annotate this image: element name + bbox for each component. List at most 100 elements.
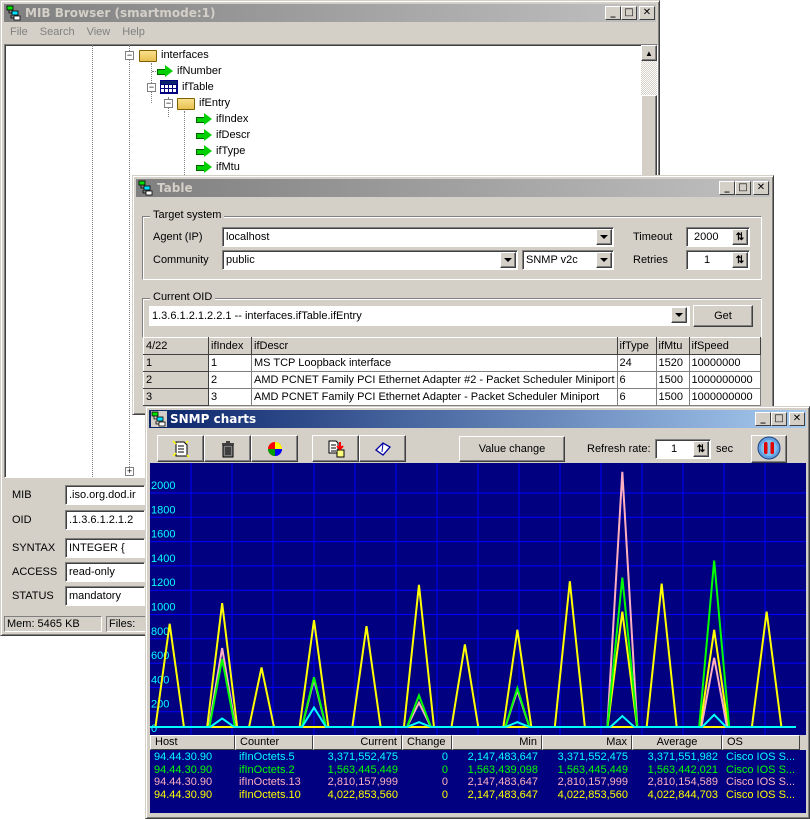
expand-toggle[interactable]: + bbox=[125, 467, 134, 476]
tree-item-iftype[interactable]: ifType bbox=[196, 143, 245, 159]
pause-button[interactable] bbox=[751, 435, 787, 463]
menu-file[interactable]: File bbox=[4, 26, 34, 38]
row-header[interactable]: 2 bbox=[143, 371, 209, 389]
chart-properties-button[interactable] bbox=[251, 435, 298, 462]
prop-value-oid[interactable]: .1.3.6.1.2.1.2 bbox=[65, 510, 145, 530]
menu-search[interactable]: Search bbox=[34, 26, 81, 38]
version-dropdown-button[interactable] bbox=[596, 252, 612, 268]
tree-item-ifentry[interactable]: ifEntry bbox=[177, 95, 230, 111]
results-table[interactable]: 4/22 ifIndex ifDescr ifType ifMtu ifSpee… bbox=[143, 337, 761, 406]
row-header[interactable]: 3 bbox=[143, 388, 209, 406]
counter-cell: 0 bbox=[441, 788, 448, 801]
tree-item-ifdescr[interactable]: ifDescr bbox=[196, 127, 250, 143]
column-header-change[interactable]: Change bbox=[402, 735, 452, 750]
retries-spinner[interactable]: 1 ⇅ bbox=[686, 250, 750, 270]
refresh-spin-button[interactable]: ⇅ bbox=[693, 441, 709, 457]
y-tick-label: 800 bbox=[151, 626, 169, 638]
charts-titlebar[interactable]: SNMP charts _ □ ✕ bbox=[149, 410, 806, 428]
minimize-button[interactable]: _ bbox=[719, 181, 735, 195]
counter-cell: 2,147,483,647 bbox=[467, 776, 538, 788]
community-combobox[interactable]: public bbox=[222, 250, 518, 270]
menu-view[interactable]: View bbox=[81, 26, 117, 38]
agent-combobox[interactable]: localhost bbox=[222, 227, 614, 247]
column-header-os[interactable]: OS bbox=[722, 735, 800, 750]
tree-item-ifnumber[interactable]: ifNumber bbox=[157, 63, 222, 79]
column-header[interactable]: ifSpeed bbox=[688, 337, 761, 355]
counter-row[interactable]: 94.44.30.90 ifInOctets.10 4,022,853,560 0 2,… bbox=[150, 789, 806, 802]
get-button[interactable]: Get bbox=[693, 305, 753, 327]
app-tree-icon bbox=[138, 180, 154, 196]
column-header[interactable]: ifMtu bbox=[655, 337, 690, 355]
column-header-average[interactable]: Average bbox=[632, 735, 722, 750]
timeout-spin-button[interactable]: ⇅ bbox=[732, 229, 748, 245]
prop-value-mib[interactable]: .iso.org.dod.ir bbox=[65, 485, 145, 505]
counter-cell: 4,022,853,560 bbox=[327, 788, 398, 801]
window-title: SNMP charts bbox=[170, 412, 257, 426]
collapse-toggle[interactable]: − bbox=[125, 51, 134, 60]
column-header[interactable]: ifIndex bbox=[208, 337, 252, 355]
tree-item-iftable[interactable]: ifTable bbox=[160, 79, 214, 95]
row-header[interactable]: 1 bbox=[143, 354, 209, 372]
close-button[interactable]: ✕ bbox=[753, 181, 769, 195]
counter-row[interactable]: 94.44.30.90 ifInOctets.2 1,563,445,449 0 1,5… bbox=[150, 764, 806, 777]
column-header-current[interactable]: Current bbox=[313, 735, 402, 750]
minimize-button[interactable]: _ bbox=[755, 412, 771, 426]
scroll-up-button[interactable]: ▲ bbox=[641, 45, 657, 61]
collapse-toggle[interactable]: − bbox=[164, 99, 173, 108]
menu-help[interactable]: Help bbox=[116, 26, 151, 38]
tree-item-ifindex[interactable]: ifIndex bbox=[196, 111, 248, 127]
snmp-version-select[interactable]: SNMP v2c bbox=[522, 250, 614, 270]
maximize-button[interactable]: □ bbox=[735, 181, 751, 195]
table-row[interactable]: 2 2 AMD PCNET Family PCI Ethernet Adapte… bbox=[143, 371, 761, 389]
export-button[interactable] bbox=[312, 435, 359, 462]
column-header-max[interactable]: Max bbox=[542, 735, 632, 750]
column-header-min[interactable]: Min bbox=[452, 735, 542, 750]
close-button[interactable]: ✕ bbox=[639, 6, 655, 20]
cell: MS TCP Loopback interface bbox=[251, 354, 618, 372]
oid-dropdown-button[interactable] bbox=[671, 307, 687, 323]
help-book-button[interactable] bbox=[359, 435, 406, 462]
collapse-toggle[interactable]: − bbox=[147, 83, 156, 92]
value-change-button[interactable]: Value change bbox=[459, 436, 565, 462]
line-chart[interactable]: 0200400600800100012001400160018002000 bbox=[150, 463, 806, 735]
prop-label-syntax: SYNTAX bbox=[12, 542, 56, 554]
agent-dropdown-button[interactable] bbox=[596, 229, 612, 245]
close-button[interactable]: ✕ bbox=[789, 412, 805, 426]
cell: 1520 bbox=[655, 354, 690, 372]
counters-table[interactable]: Host Counter Current Change Min Max Aver… bbox=[150, 735, 806, 813]
properties-panel: MIB .iso.org.dod.ir OID .1.3.6.1.2.1.2 S… bbox=[4, 481, 145, 611]
column-header[interactable]: ifType bbox=[616, 337, 657, 355]
prop-value-status[interactable]: mandatory bbox=[65, 586, 145, 606]
column-header-counter[interactable]: Counter bbox=[235, 735, 313, 750]
prop-value-syntax[interactable]: INTEGER { bbox=[65, 538, 145, 558]
counter-cell: Cisco IOS S... bbox=[726, 776, 796, 788]
table-row[interactable]: 1 1 MS TCP Loopback interface 24 1520 10… bbox=[143, 354, 761, 372]
column-header[interactable]: ifDescr bbox=[251, 337, 618, 355]
tree-item-interfaces[interactable]: interfaces bbox=[139, 47, 209, 63]
timeout-label: Timeout bbox=[633, 231, 673, 243]
column-header-host[interactable]: Host bbox=[150, 735, 235, 750]
retries-spin-button[interactable]: ⇅ bbox=[732, 252, 748, 268]
counter-cell: 0 bbox=[441, 776, 448, 788]
maximize-button[interactable]: □ bbox=[621, 6, 637, 20]
table-row[interactable]: 3 3 AMD PCNET Family PCI Ethernet Adapte… bbox=[143, 388, 761, 406]
oid-combobox[interactable]: 1.3.6.1.2.1.2.2.1 -- interfaces.ifTable.… bbox=[149, 306, 690, 326]
refresh-rate-spinner[interactable]: 1 ⇅ bbox=[655, 439, 711, 459]
prop-value-access[interactable]: read-only bbox=[65, 562, 145, 582]
delete-button[interactable] bbox=[204, 435, 251, 462]
maximize-button[interactable]: □ bbox=[771, 412, 787, 426]
community-dropdown-button[interactable] bbox=[500, 252, 516, 268]
table-titlebar[interactable]: Table _ □ ✕ bbox=[136, 179, 770, 197]
tree-item-ifmtu[interactable]: ifMtu bbox=[196, 159, 240, 175]
green-arrow-icon bbox=[196, 112, 212, 126]
new-chart-button[interactable] bbox=[157, 435, 204, 462]
agent-label: Agent (IP) bbox=[153, 231, 203, 243]
minimize-button[interactable]: _ bbox=[605, 6, 621, 20]
chart-plot-area[interactable]: 0 200 400 600 800 1000 1200 1400 1600 1800 2000 bbox=[150, 463, 806, 735]
timeout-spinner[interactable]: 2000 ⇅ bbox=[686, 227, 750, 247]
counter-row[interactable]: 94.44.30.90 ifInOctets.5 3,371,552,475 0 2,1… bbox=[150, 751, 806, 764]
column-header[interactable]: 4/22 bbox=[143, 337, 209, 355]
mib-browser-titlebar[interactable]: MIB Browser (smartmode:1) _ □ ✕ bbox=[4, 4, 656, 22]
refresh-unit-label: sec bbox=[716, 443, 734, 455]
counter-row[interactable]: 94.44.30.90 ifInOctets.13 2,810,157,999 0 2,… bbox=[150, 776, 806, 789]
